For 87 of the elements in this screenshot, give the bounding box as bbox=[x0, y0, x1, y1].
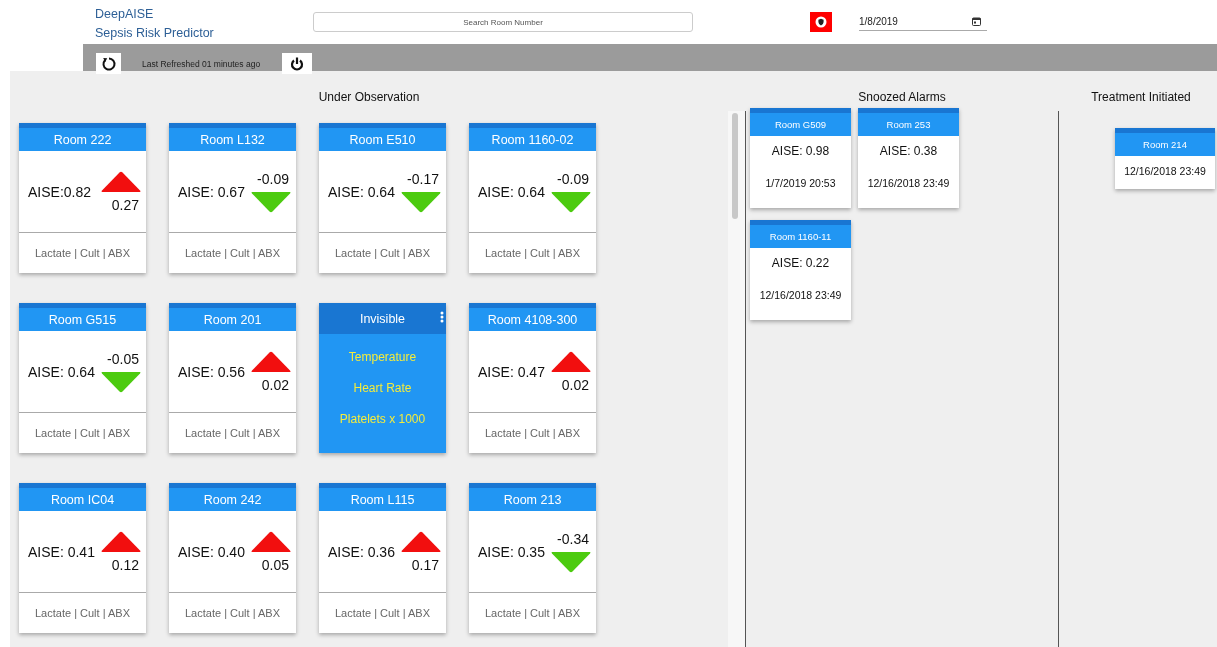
aise-score: AISE: 0.64 bbox=[328, 183, 395, 200]
shield-icon bbox=[815, 16, 827, 28]
score-change: 0.12 bbox=[111, 556, 140, 573]
refresh-button[interactable] bbox=[96, 53, 121, 74]
room-card[interactable]: Room 213 AISE: 0.35 -0.34 Lactate | Cult | ABX bbox=[469, 483, 596, 633]
aise-score: AISE: 0.56 bbox=[178, 363, 245, 380]
timestamp: 12/16/2018 23:49 bbox=[1124, 165, 1206, 177]
card-header: Room 253 bbox=[858, 108, 959, 136]
score-change: 0.27 bbox=[111, 196, 140, 213]
aise-score: AISE: 0.35 bbox=[478, 543, 545, 560]
treatment-card[interactable]: Room 214 12/16/2018 23:49 bbox=[1115, 128, 1215, 189]
aise-score: AISE: 0.64 bbox=[28, 363, 95, 380]
score-change: 0.02 bbox=[261, 376, 290, 393]
card-header: Room 222 bbox=[19, 123, 146, 151]
room-card[interactable]: Room IC04 AISE: 0.41 0.12 Lactate | Cult | ABX bbox=[19, 483, 146, 633]
score-change: 0.17 bbox=[411, 556, 440, 573]
card-header: Room 1160-02 bbox=[469, 123, 596, 151]
snoozed-card[interactable]: Room 253 AISE: 0.38 12/16/2018 23:49 bbox=[858, 108, 959, 208]
aise-score: AISE: 0.22 bbox=[771, 256, 830, 270]
card-header: Room 1160-11 bbox=[750, 220, 851, 248]
app-name: DeepAISE bbox=[95, 6, 155, 21]
menu-title: Invisible bbox=[359, 311, 406, 326]
alert-button[interactable] bbox=[810, 12, 832, 32]
card-header: Room 213 bbox=[469, 483, 596, 511]
aise-score: AISE: 0.47 bbox=[478, 363, 545, 380]
aise-score: AISE: 0.36 bbox=[328, 543, 395, 560]
card-footer-text: Lactate | Cult | ABX bbox=[484, 606, 581, 621]
card-footer-text: Lactate | Cult | ABX bbox=[334, 246, 431, 261]
card-footer-text: Lactate | Cult | ABX bbox=[34, 246, 131, 261]
card-footer-text: Lactate | Cult | ABX bbox=[484, 246, 581, 261]
card-header: Room 201 bbox=[169, 303, 296, 331]
timestamp: 1/7/2019 20:53 bbox=[765, 177, 836, 189]
score-change: -0.05 bbox=[107, 350, 140, 367]
card-header: Room 4108-300 bbox=[469, 303, 596, 331]
card-header: Room 214 bbox=[1115, 128, 1215, 156]
timestamp: 12/16/2018 23:49 bbox=[759, 289, 842, 301]
score-change: 0.05 bbox=[261, 556, 290, 573]
card-header: Room IC04 bbox=[19, 483, 146, 511]
power-button[interactable] bbox=[282, 53, 313, 74]
aise-score: AISE: 0.41 bbox=[28, 543, 95, 560]
score-change: -0.17 bbox=[407, 170, 440, 187]
aise-score: AISE: 0.64 bbox=[478, 183, 545, 200]
card-footer-text: Lactate | Cult | ABX bbox=[34, 606, 131, 621]
room-card[interactable]: Room E510 AISE: 0.64 -0.17 Lactate | Cult | ABX bbox=[319, 123, 446, 273]
room-card[interactable]: Room 4108-300 AISE: 0.47 0.02 Lactate | Cult | ABX bbox=[469, 303, 596, 453]
calendar-icon bbox=[972, 17, 981, 26]
card-footer-text: Lactate | Cult | ABX bbox=[184, 246, 281, 261]
snoozed-card[interactable]: Room 1160-11 AISE: 0.22 12/16/2018 23:49 bbox=[750, 220, 851, 320]
aise-score: AISE: 0.40 bbox=[178, 543, 245, 560]
room-card[interactable]: Room 222 AISE:0.82 0.27 Lactate | Cult | ABX bbox=[19, 123, 146, 273]
timestamp: 12/16/2018 23:49 bbox=[867, 177, 950, 189]
score-change: -0.09 bbox=[257, 170, 290, 187]
score-change: -0.09 bbox=[557, 170, 590, 187]
section-title: Treatment Initiated bbox=[1090, 89, 1192, 104]
aise-score: AISE: 0.38 bbox=[879, 144, 938, 158]
card-header: Room G515 bbox=[19, 303, 146, 331]
room-card[interactable]: Room L132 AISE: 0.67 -0.09 Lactate | Cult | ABX bbox=[169, 123, 296, 273]
room-card[interactable]: Room 242 AISE: 0.40 0.05 Lactate | Cult | ABX bbox=[169, 483, 296, 633]
room-card[interactable]: Room 1160-02 AISE: 0.64 -0.09 Lactate | Cult | ABX bbox=[469, 123, 596, 273]
section-title: Under Observation bbox=[317, 89, 421, 104]
card-footer-text: Lactate | Cult | ABX bbox=[334, 606, 431, 621]
more-icon[interactable] bbox=[440, 311, 444, 323]
app-subtitle: Sepsis Risk Predictor bbox=[95, 25, 215, 40]
power-icon bbox=[289, 55, 306, 72]
room-card[interactable]: Room L115 AISE: 0.36 0.17 Lactate | Cult | ABX bbox=[319, 483, 446, 633]
search-field[interactable]: Search Room Number bbox=[313, 12, 693, 32]
score-change: -0.34 bbox=[557, 530, 590, 547]
card-header: Room L115 bbox=[319, 483, 446, 511]
score-change: 0.02 bbox=[561, 376, 590, 393]
aise-score: AISE:0.82 bbox=[28, 183, 92, 200]
room-card[interactable]: Room G515 AISE: 0.64 -0.05 Lactate | Cult | ABX bbox=[19, 303, 146, 453]
card-header: Room L132 bbox=[169, 123, 296, 151]
card-header: Room G509 bbox=[750, 108, 851, 136]
card-header: Room 242 bbox=[169, 483, 296, 511]
snoozed-card[interactable]: Room G509 AISE: 0.98 1/7/2019 20:53 bbox=[750, 108, 851, 208]
aise-score: AISE: 0.98 bbox=[771, 144, 830, 158]
last-refreshed-text: Last Refreshed 01 minutes ago bbox=[142, 59, 261, 69]
card-footer-text: Lactate | Cult | ABX bbox=[184, 426, 281, 441]
card-footer-text: Lactate | Cult | ABX bbox=[184, 606, 281, 621]
room-card[interactable]: Room 201 AISE: 0.56 0.02 Lactate | Cult | ABX bbox=[169, 303, 296, 453]
refresh-icon bbox=[100, 55, 117, 72]
aise-score: AISE: 0.67 bbox=[178, 183, 245, 200]
date-field[interactable]: 1/8/2019 bbox=[859, 16, 987, 31]
card-footer-text: Lactate | Cult | ABX bbox=[484, 426, 581, 441]
card-header: Room E510 bbox=[319, 123, 446, 151]
section-title: Snoozed Alarms bbox=[857, 89, 947, 104]
card-footer-text: Lactate | Cult | ABX bbox=[34, 426, 131, 441]
